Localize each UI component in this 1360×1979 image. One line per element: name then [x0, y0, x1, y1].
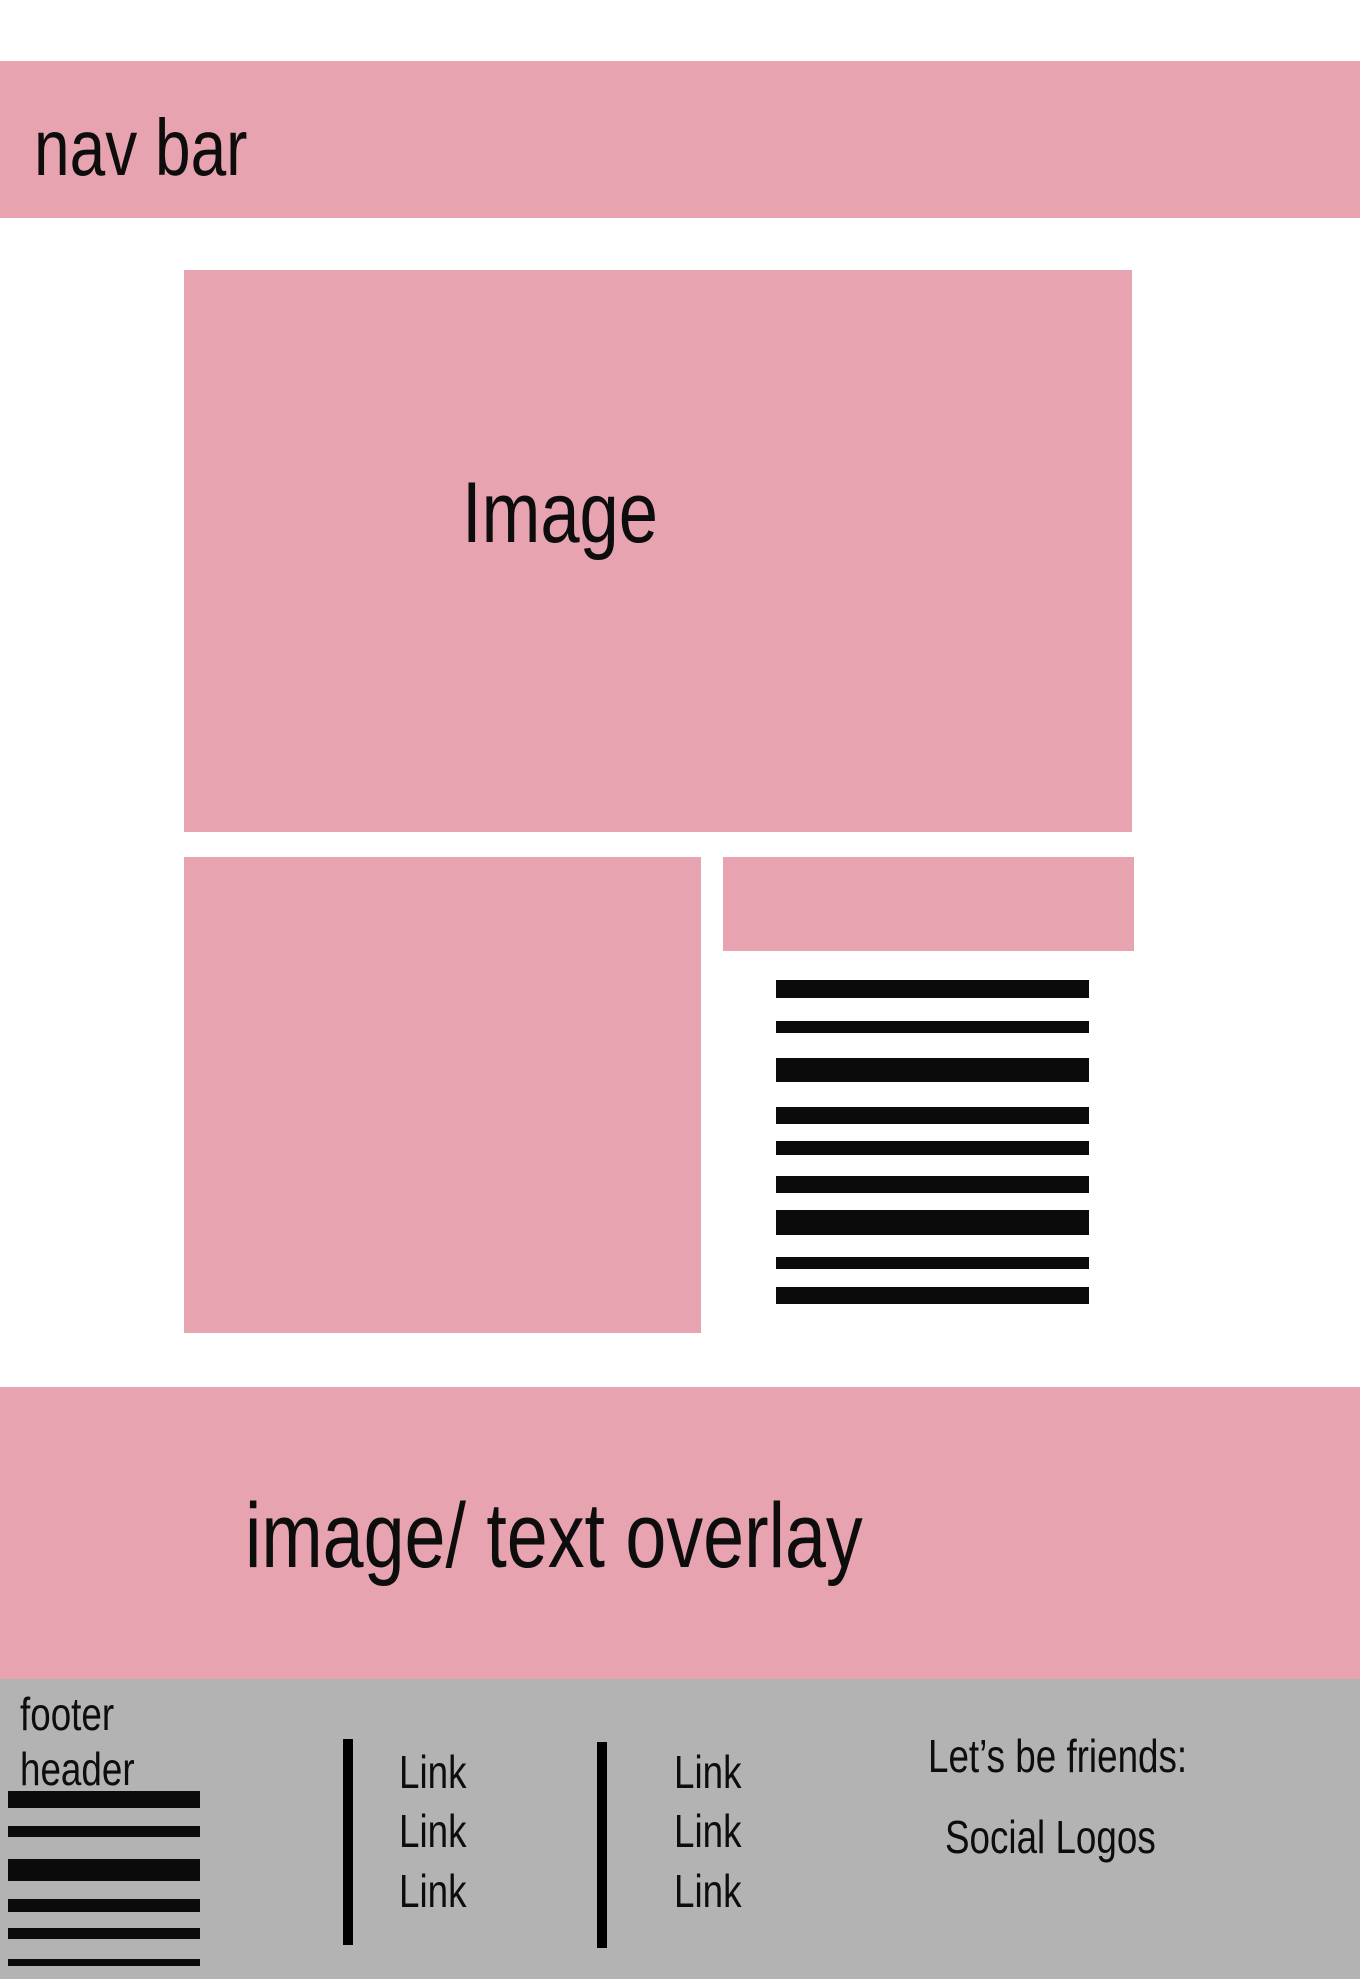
footer-divider [343, 1739, 353, 1945]
text-line [8, 1928, 200, 1939]
footer-header-line-2: header [20, 1743, 135, 1795]
footer-link[interactable]: Link [674, 1808, 742, 1854]
text-line [776, 1141, 1089, 1155]
text-line [776, 1107, 1089, 1124]
footer-header-line-1: footer [20, 1688, 115, 1740]
footer-link[interactable]: Link [674, 1749, 742, 1795]
text-line [776, 1257, 1089, 1269]
footer-link[interactable]: Link [674, 1868, 742, 1914]
hero-image-label: Image [462, 465, 659, 561]
text-line [776, 1210, 1089, 1235]
text-line [776, 1058, 1089, 1082]
text-line [776, 1287, 1089, 1304]
social-heading: Let’s be friends: [928, 1730, 1188, 1782]
content-image-placeholder [184, 857, 701, 1333]
image-text-overlay-band: image/ text overlay [0, 1387, 1360, 1679]
text-line [8, 1859, 200, 1881]
social-logos[interactable]: Social Logos [945, 1814, 1156, 1860]
text-line [8, 1959, 200, 1966]
overlay-label: image/ text overlay [245, 1485, 863, 1587]
footer-divider [597, 1742, 607, 1948]
text-line [8, 1791, 200, 1808]
footer-link[interactable]: Link [399, 1868, 467, 1914]
text-line [776, 1021, 1089, 1033]
text-line [776, 1176, 1089, 1193]
hero-image-placeholder: Image [184, 270, 1132, 832]
text-line [8, 1826, 200, 1837]
text-line [776, 980, 1089, 998]
text-line [8, 1899, 200, 1912]
nav-bar: nav bar [0, 61, 1360, 218]
footer: footer header Link Link Link Link Link L… [0, 1679, 1360, 1979]
content-heading-placeholder [723, 857, 1134, 951]
nav-bar-label: nav bar [34, 103, 248, 192]
footer-link[interactable]: Link [399, 1749, 467, 1795]
footer-link[interactable]: Link [399, 1808, 467, 1854]
